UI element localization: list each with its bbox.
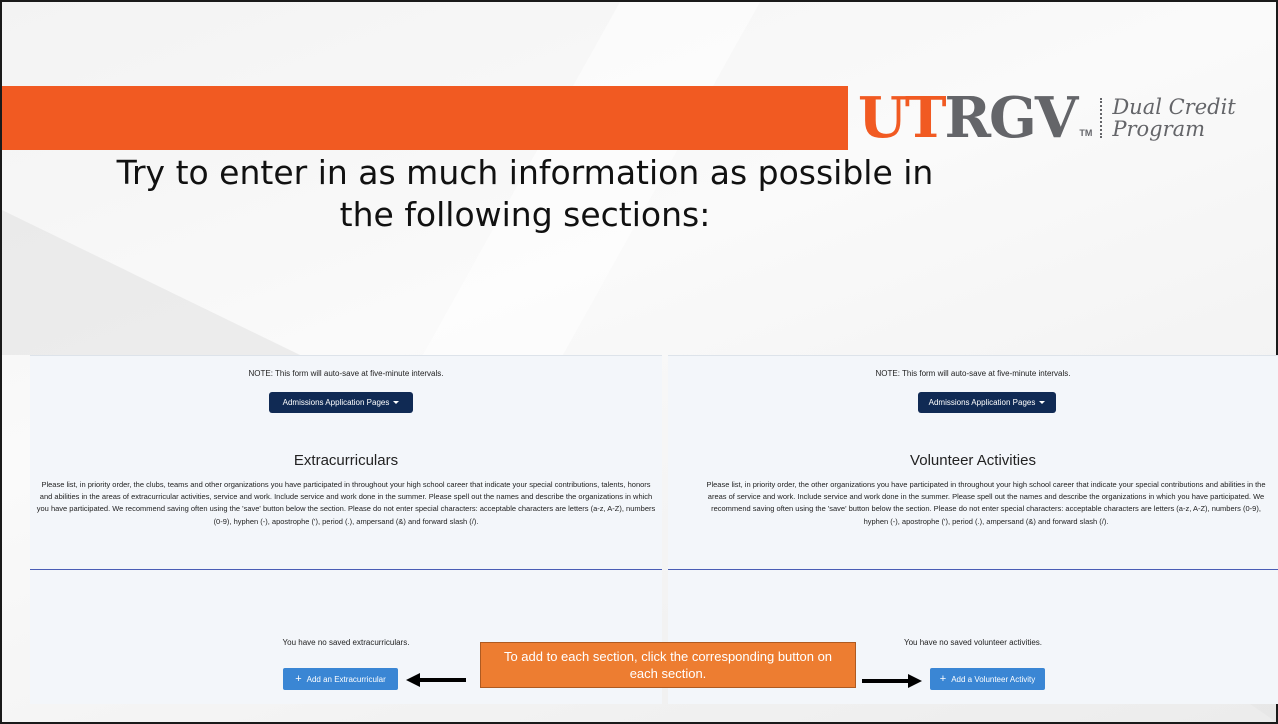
section-title-volunteer-activities: Volunteer Activities — [910, 452, 1036, 469]
slide-title: Try to enter in as much information as p… — [116, 153, 934, 234]
autosave-note: NOTE: This form will auto-save at five-m… — [248, 369, 444, 378]
autosave-note: NOTE: This form will auto-save at five-m… — [875, 369, 1071, 378]
add-extracurricular-button[interactable]: + Add an Extracurricular — [283, 668, 398, 690]
add-button-label: Add an Extracurricular — [306, 674, 386, 684]
logo-ut: UT — [858, 85, 947, 151]
caret-down-icon — [1039, 401, 1046, 404]
section-title-extracurriculars: Extracurriculars — [293, 452, 399, 469]
admissions-pages-dropdown-button[interactable]: Admissions Application Pages — [918, 392, 1056, 413]
header-accent-bar — [2, 86, 848, 150]
logo-wordmark: UT RGV TM — [858, 90, 1092, 146]
plus-icon: + — [939, 673, 947, 685]
program-name-line2: Program — [1112, 117, 1206, 141]
logo-divider — [1100, 98, 1103, 138]
admissions-pages-dropdown-button[interactable]: Admissions Application Pages — [269, 392, 413, 413]
plus-icon: + — [295, 673, 302, 685]
dropdown-label: Admissions Application Pages — [282, 398, 390, 407]
section-description: Please list, in priority order, the othe… — [706, 480, 1266, 526]
right-arrow-icon — [862, 674, 922, 688]
add-volunteer-activity-button[interactable]: + Add a Volunteer Activity — [930, 668, 1045, 690]
program-name: Dual Credit Program — [1112, 96, 1235, 140]
callout-text: To add to each section, click the corres… — [503, 649, 833, 681]
left-arrow-icon — [406, 673, 466, 687]
add-button-label: Add a Volunteer Activity — [951, 674, 1036, 684]
section-divider — [30, 569, 662, 570]
utrgv-logo: UT RGV TM Dual Credit Program — [858, 86, 1236, 150]
caret-down-icon — [393, 401, 400, 404]
program-name-line1: Dual Credit — [1112, 95, 1236, 119]
dropdown-label: Admissions Application Pages — [928, 398, 1036, 407]
section-divider — [668, 569, 1278, 570]
instruction-callout: To add to each section, click the corres… — [480, 642, 856, 688]
logo-trademark: TM — [1079, 128, 1093, 138]
logo-rgv: RGV — [944, 85, 1079, 151]
section-description: Please list, in priority order, the club… — [36, 480, 656, 526]
